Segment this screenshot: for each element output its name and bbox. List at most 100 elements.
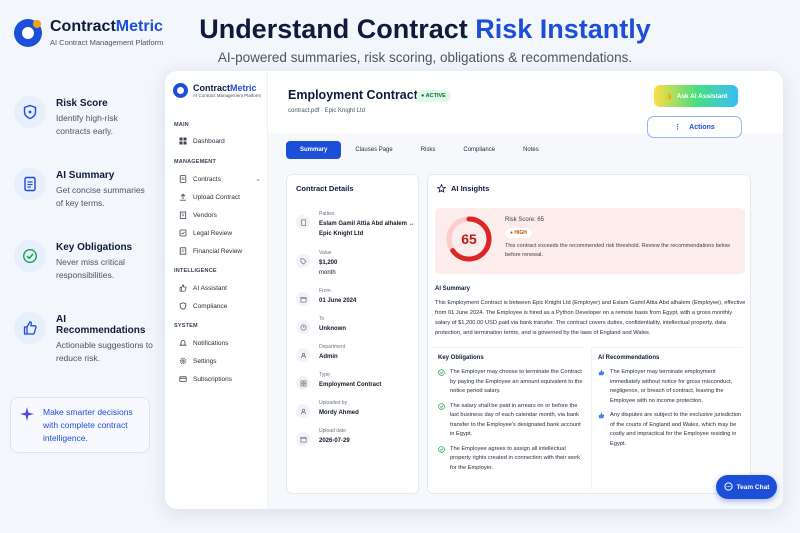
chat-icon [724, 481, 733, 493]
calendar-icon [296, 292, 310, 306]
thumbs-up-icon [598, 412, 605, 419]
thumbs-up-icon [179, 284, 187, 292]
document-icon [14, 168, 46, 200]
detail-to: To Unknown [296, 316, 416, 334]
detail-value: Value $1,200 month [296, 250, 416, 278]
document-icon [179, 175, 187, 183]
check-circle-icon [438, 369, 445, 376]
team-icon [296, 348, 310, 362]
building-icon [179, 211, 187, 219]
sidebar-item-contracts[interactable]: Contracts ⌄ [179, 175, 261, 183]
sidebar-item-dashboard[interactable]: Dashboard [179, 137, 261, 145]
tab-notes[interactable]: Notes [509, 141, 553, 159]
ai-summary-text: This Employment Contract is between Epic… [435, 300, 746, 336]
feature-risk-score: Risk Score Identify high-risk contracts e… [14, 96, 154, 138]
key-obligations-panel: Key Obligations The Employer may choose … [432, 347, 584, 489]
card-icon [179, 376, 187, 382]
sidebar-item-upload-contract[interactable]: Upload Contract [179, 193, 261, 201]
grid-icon [179, 137, 187, 145]
sidebar-item-settings[interactable]: Settings [179, 357, 261, 365]
risk-score-panel: 65 Risk Score: 65 ● HIGH This contract e… [435, 208, 745, 274]
sidebar: ContractMetric AI Contract Management Pl… [165, 71, 268, 509]
thumbs-up-icon [14, 312, 46, 344]
tab-risks[interactable]: Risks [407, 141, 450, 159]
feature-key-obligations: Key Obligations Never miss critical respo… [14, 240, 154, 282]
main-content: Employment Contract ● ACTIVE contract.pd… [268, 71, 783, 509]
sidebar-item-vendors[interactable]: Vendors [179, 211, 261, 219]
upload-icon [180, 193, 186, 201]
checklist-icon [179, 229, 187, 237]
tab-summary[interactable]: Summary [286, 141, 342, 159]
promo-card: Make smarter decisions with complete con… [10, 397, 150, 453]
sidebar-item-financial-review[interactable]: Financial Review [179, 247, 261, 255]
list-item: Any disputes are subject to the exclusiv… [592, 409, 743, 452]
receipt-icon [179, 247, 187, 255]
sidebar-section-main: MAIN [174, 122, 189, 128]
sidebar-item-compliance[interactable]: Compliance [179, 302, 261, 310]
tab-compliance[interactable]: Compliance [449, 141, 509, 159]
more-vertical-icon: ⋮ [674, 124, 682, 131]
ai-insights-heading: AI Insights [437, 184, 489, 193]
detail-parties: Parties Eslam Gamil Attia Abd alhalem ↔ Ep… [296, 211, 416, 239]
feature-ai-recommendations: AI Recommendations Actionable suggestions… [14, 312, 154, 365]
sidebar-item-legal-review[interactable]: Legal Review [179, 229, 261, 237]
check-circle-icon [438, 445, 445, 453]
list-item: The Employer may terminate employment im… [592, 366, 743, 409]
sidebar-section-management: MANAGEMENT [174, 159, 217, 165]
sparkle-icon [19, 406, 35, 427]
star-icon [437, 184, 446, 193]
chevron-down-icon: ⌄ [255, 176, 261, 183]
logo-icon [173, 83, 188, 98]
risk-message: This contract exceeds the recommended ri… [505, 243, 730, 258]
user-icon [296, 404, 310, 418]
list-item: The Employer may choose to terminate the… [432, 366, 584, 400]
sidebar-section-system: SYSTEM [174, 323, 198, 329]
status-badge: ● ACTIVE [416, 90, 451, 102]
sidebar-item-subscriptions[interactable]: Subscriptions [179, 375, 261, 383]
sidebar-item-ai-assistant[interactable]: AI Assistant [179, 284, 261, 292]
contract-details-card: Contract Details Parties Eslam Gamil Atti… [286, 174, 419, 494]
sidebar-brand[interactable]: ContractMetric AI Contract Management Pl… [173, 83, 261, 98]
tab-clauses-page[interactable]: Clauses Page [341, 141, 406, 159]
detail-upload-date: Upload date 2026-07-29 [296, 428, 416, 446]
list-item: The salary shall be paid in arrears on o… [432, 400, 584, 443]
hero-title: Understand Contract Risk Instantly [199, 14, 651, 44]
thumbs-up-icon [598, 369, 605, 376]
file-name: contract.pdf · Epic Knight Ltd [288, 108, 366, 114]
bell-icon [179, 339, 187, 346]
ai-summary-heading: AI Summary [435, 286, 471, 292]
sidebar-item-notifications[interactable]: Notifications [179, 339, 261, 347]
ask-ai-button[interactable]: 👍 Ask AI Assistant [654, 85, 738, 107]
check-circle-icon [438, 402, 445, 410]
check-circle-icon [14, 240, 46, 272]
detail-type: Type Employment Contract [296, 372, 416, 390]
promo-text: Make smarter decisions with complete con… [43, 407, 133, 443]
detail-department: Department Admin [296, 344, 416, 362]
thumbs-up-icon: 👍 [664, 93, 673, 100]
tab-bar: Summary Clauses Page Risks Compliance No… [286, 141, 553, 159]
risk-score-label: Risk Score: 65 [505, 217, 545, 223]
risk-level-badge: ● HIGH [505, 228, 532, 238]
ai-insights-card: AI Insights 65 Risk Score: 65 ● HIGH Thi… [427, 174, 751, 494]
detail-uploaded-by: Uploaded by Mordy Ahmed [296, 400, 416, 418]
shield-icon [14, 96, 46, 128]
gear-icon [179, 357, 187, 365]
hero-subtitle: AI-powered summaries, risk scoring, obli… [217, 50, 633, 65]
shield-icon [179, 302, 187, 310]
topbar: Employment Contract ● ACTIVE contract.pd… [268, 71, 783, 138]
building-icon [296, 215, 310, 229]
team-chat-button[interactable]: Team Chat [716, 475, 777, 499]
page-title: Employment Contract [288, 88, 418, 102]
tag-icon [296, 254, 310, 268]
grid-icon [296, 376, 310, 390]
app-window: ContractMetric AI Contract Management Pl… [165, 71, 783, 509]
clock-icon [296, 320, 310, 334]
risk-score-value: 65 [461, 231, 477, 247]
actions-button[interactable]: ⋮ Actions [647, 116, 742, 138]
calendar-icon [296, 432, 310, 446]
feature-ai-summary: AI Summary Get concise summaries of key t… [14, 168, 154, 210]
sidebar-section-intelligence: INTELLIGENCE [174, 268, 217, 274]
contract-details-heading: Contract Details [296, 184, 354, 193]
ai-recommendations-panel: AI Recommendations The Employer may term… [591, 347, 743, 489]
detail-from: From 01 June 2024 [296, 288, 416, 306]
